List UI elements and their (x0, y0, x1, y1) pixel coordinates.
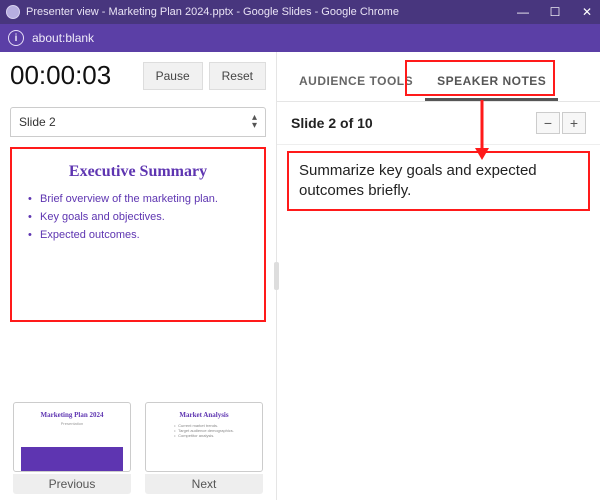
pause-button[interactable]: Pause (143, 62, 203, 90)
slide-selector-label: Slide 2 (19, 115, 56, 129)
tab-speaker-notes[interactable]: SPEAKER NOTES (425, 66, 558, 101)
resize-handle[interactable] (274, 262, 279, 290)
slide-position: Slide 2 of 10 (291, 115, 534, 131)
slide-title: Executive Summary (26, 163, 250, 181)
next-thumbnail: Market Analysis Current market trends. T… (145, 402, 263, 472)
left-column: 00:00:03 Pause Reset Slide 2 ▴▾ Executiv… (0, 52, 277, 500)
prev-thumb-title: Marketing Plan 2024 (41, 411, 104, 419)
next-nav[interactable]: Market Analysis Current market trends. T… (142, 402, 266, 494)
current-slide-preview: Executive Summary Brief overview of the … (10, 147, 266, 322)
window-title: Presenter view - Marketing Plan 2024.ppt… (26, 6, 399, 18)
close-button[interactable]: ✕ (580, 5, 594, 19)
reset-button[interactable]: Reset (209, 62, 266, 90)
titlebar: Presenter view - Marketing Plan 2024.ppt… (0, 0, 600, 24)
tabs: AUDIENCE TOOLS SPEAKER NOTES (277, 52, 600, 102)
zoom-out-button[interactable]: − (536, 112, 560, 134)
stepper-icon: ▴▾ (252, 114, 257, 130)
nav-row: Marketing Plan 2024 Presentation Previou… (10, 394, 266, 494)
url-text: about:blank (32, 31, 94, 45)
site-info-icon[interactable]: i (8, 30, 24, 46)
slide-bullet: Brief overview of the marketing plan. (28, 193, 250, 205)
window-controls: — ☐ ✕ (516, 5, 594, 19)
slide-selector[interactable]: Slide 2 ▴▾ (10, 107, 266, 137)
slide-bullet: Key goals and objectives. (28, 211, 250, 223)
slide-header: Slide 2 of 10 − + (277, 102, 600, 145)
maximize-button[interactable]: ☐ (548, 5, 562, 19)
prev-nav[interactable]: Marketing Plan 2024 Presentation Previou… (10, 402, 134, 494)
timer-display: 00:00:03 (10, 60, 137, 91)
right-column: AUDIENCE TOOLS SPEAKER NOTES Slide 2 of … (277, 52, 600, 500)
prev-thumb-subtitle: Presentation (61, 421, 83, 426)
tab-audience-tools[interactable]: AUDIENCE TOOLS (287, 66, 425, 101)
workspace: 00:00:03 Pause Reset Slide 2 ▴▾ Executiv… (0, 52, 600, 500)
browser-icon (6, 5, 20, 19)
slide-bullets: Brief overview of the marketing plan. Ke… (26, 193, 250, 241)
next-label: Next (145, 474, 263, 494)
prev-label: Previous (13, 474, 131, 494)
slide-bullet: Expected outcomes. (28, 229, 250, 241)
zoom-in-button[interactable]: + (562, 112, 586, 134)
speaker-notes-text[interactable]: Summarize key goals and expected outcome… (287, 151, 590, 211)
prev-thumbnail: Marketing Plan 2024 Presentation (13, 402, 131, 472)
address-bar: i about:blank (0, 24, 600, 52)
minimize-button[interactable]: — (516, 5, 530, 19)
next-thumb-title: Market Analysis (179, 411, 228, 419)
timer-row: 00:00:03 Pause Reset (10, 60, 266, 91)
